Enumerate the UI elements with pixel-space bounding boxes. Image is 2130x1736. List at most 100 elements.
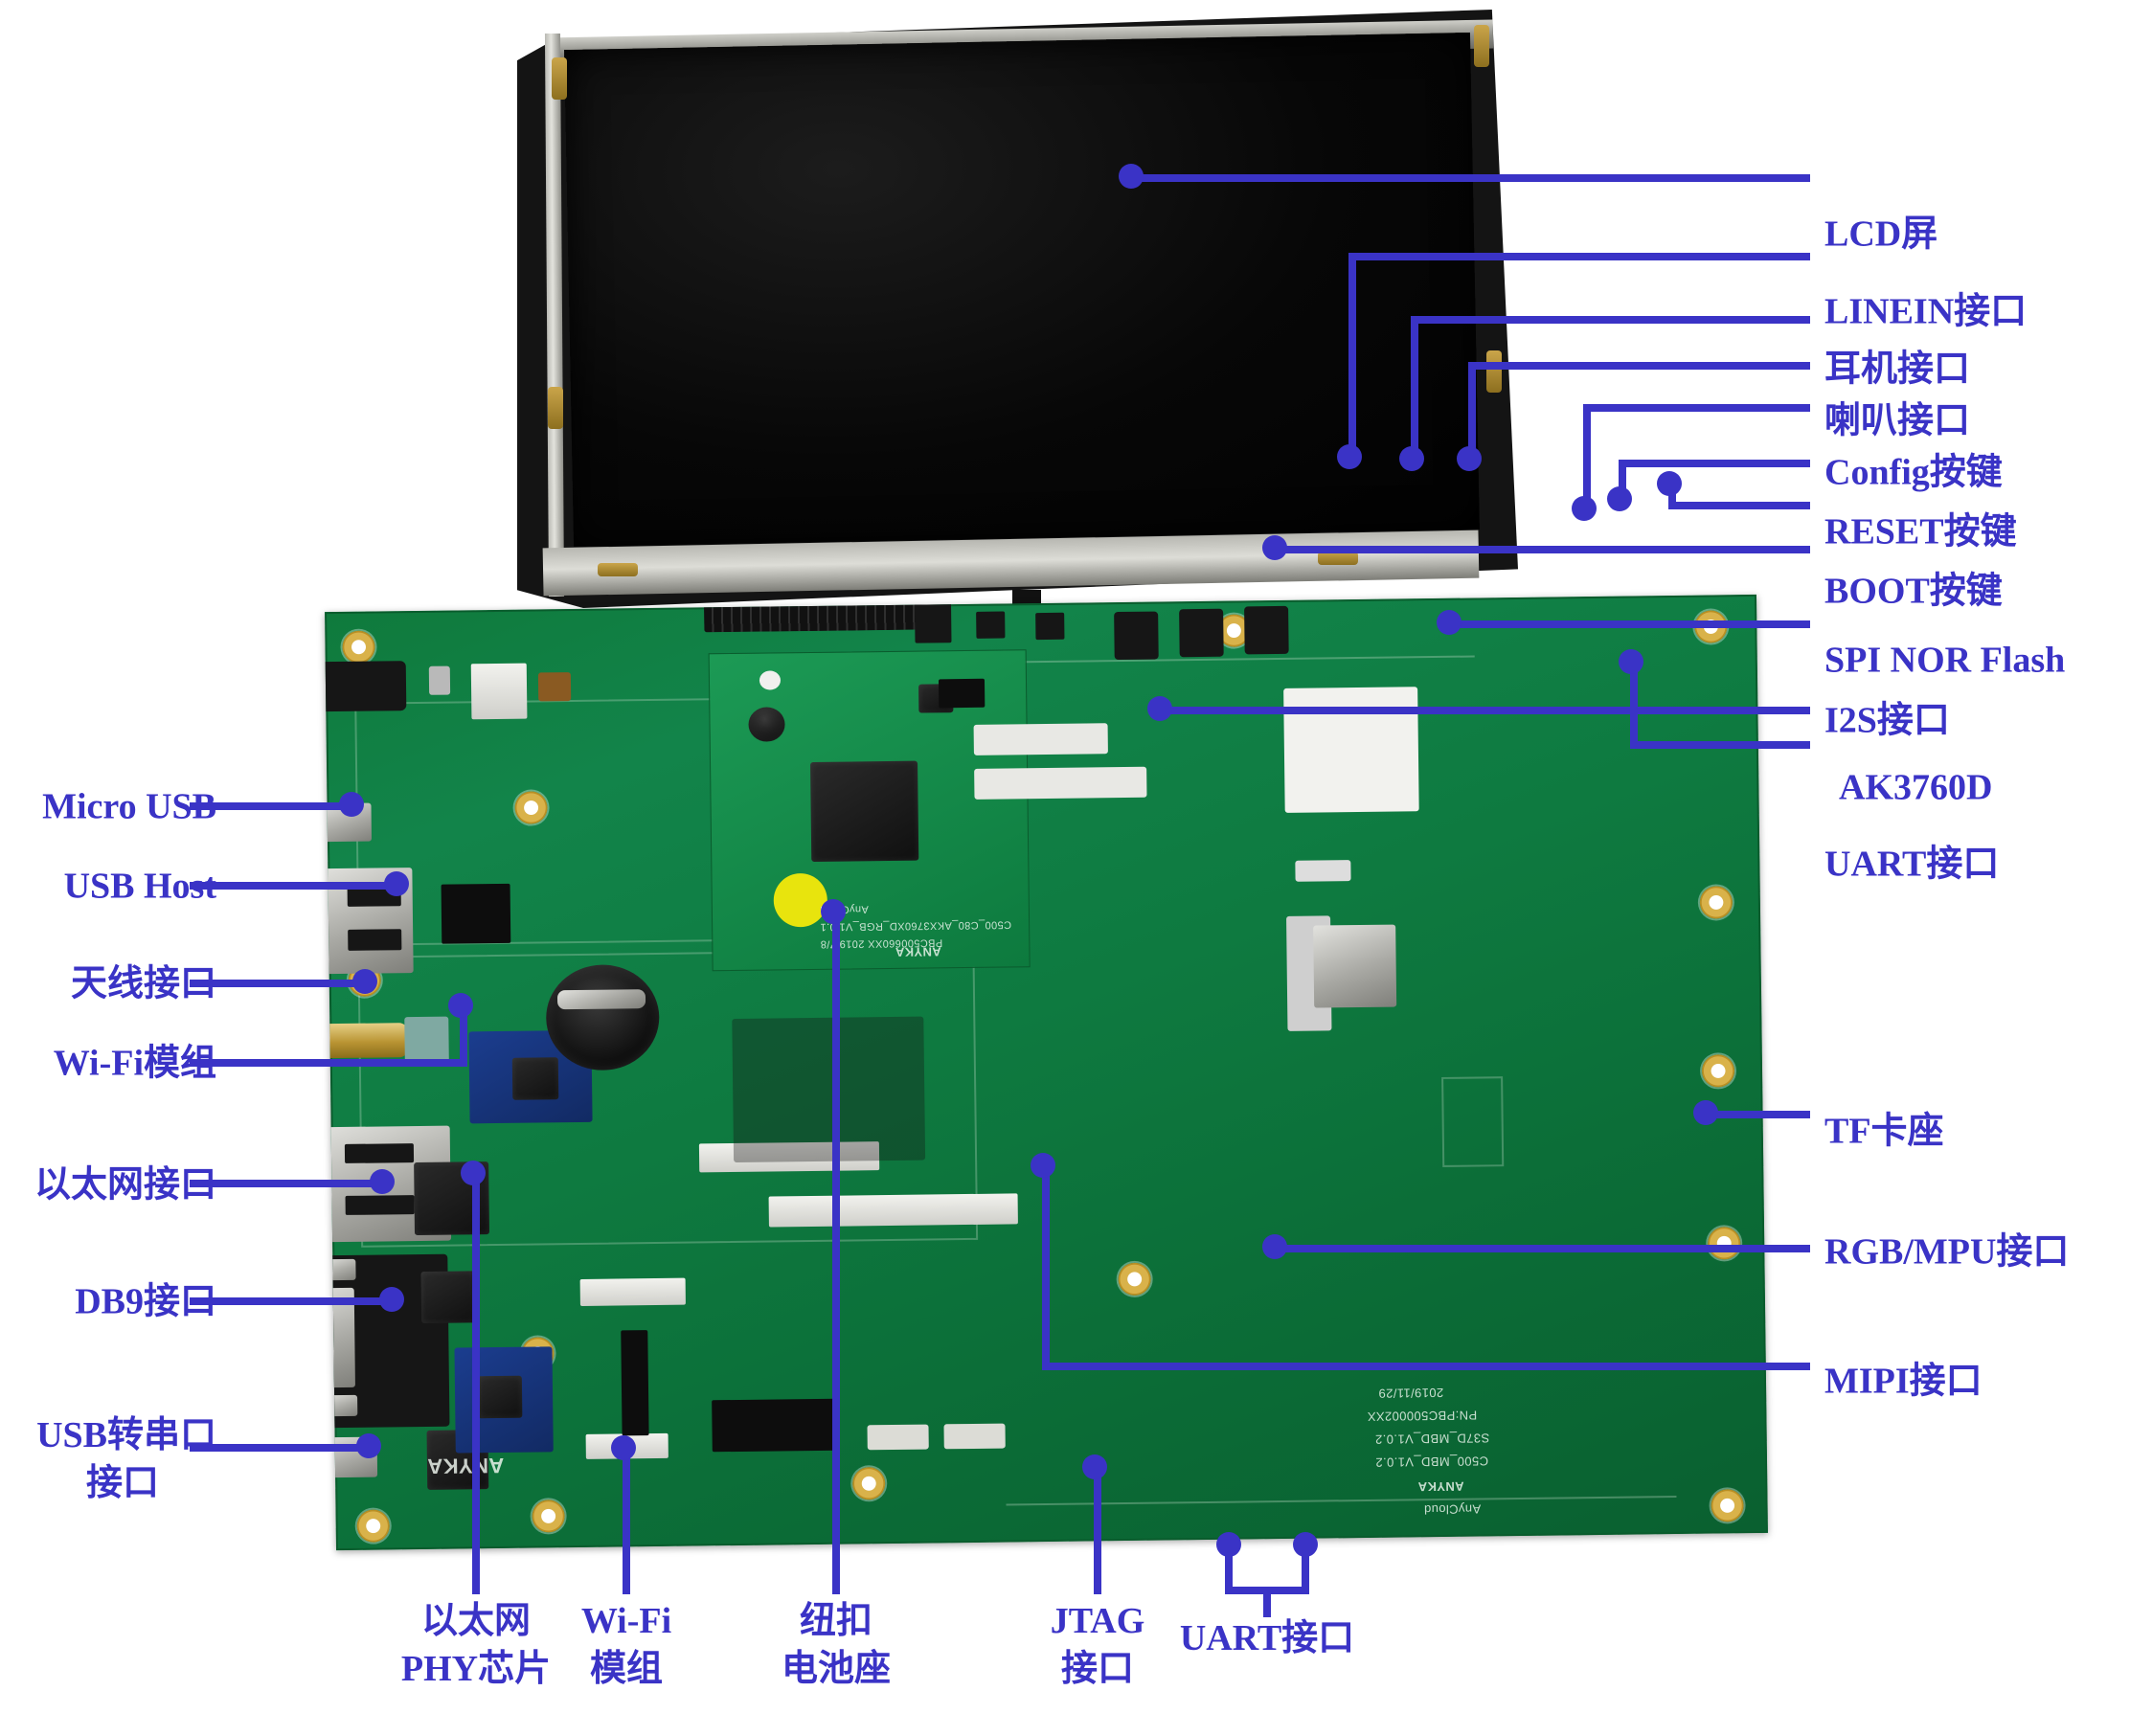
- dot-headphone-port: [1399, 446, 1424, 471]
- label-coin-battery-line2: 电池座: [781, 1649, 892, 1689]
- module-silk-logo: ANYKA: [895, 944, 941, 959]
- dot-coin-battery: [821, 899, 846, 924]
- lcd-glass-surface: [564, 32, 1480, 547]
- label-micro-usb: Micro USB: [42, 786, 216, 827]
- lead-db9: [190, 1297, 391, 1305]
- silk-brand-anycloud: AnyCloud: [1423, 1501, 1482, 1518]
- lead-linein-h: [1348, 253, 1810, 260]
- wifi-chip-bottom: [477, 1375, 523, 1419]
- lead-speaker-h: [1468, 362, 1810, 370]
- label-wifi-module-line1: Wi-Fi: [580, 1601, 672, 1641]
- db9-screwlock: [325, 1394, 358, 1417]
- pin-header-vertical[interactable]: [621, 1330, 649, 1436]
- dot-tf-card-slot: [1693, 1100, 1718, 1125]
- dc-power-jack[interactable]: [325, 661, 407, 712]
- label-lcd-screen: LCD屏: [1824, 214, 1938, 255]
- i2s-header[interactable]: [973, 723, 1108, 755]
- silk-variant-2: S37D_MBD_V1.0.2: [1374, 1431, 1490, 1447]
- dot-reset-button: [1607, 486, 1632, 511]
- dot-antenna-port: [352, 969, 377, 994]
- dot-boot-button: [1657, 471, 1682, 496]
- dot-usb-serial-port: [356, 1433, 381, 1458]
- antenna-sma-connector[interactable]: [325, 1023, 409, 1059]
- label-boot-button: BOOT按键: [1824, 571, 2003, 612]
- antenna-base: [404, 1016, 449, 1066]
- uart-header-right[interactable]: [1295, 860, 1351, 882]
- label-ak3760d-soc: AK3760D: [1839, 767, 1993, 808]
- jtag-header[interactable]: [712, 1398, 839, 1453]
- label-antenna-port: 天线接口: [70, 963, 216, 1004]
- tf-card-slot[interactable]: [1313, 924, 1397, 1008]
- label-speaker-port: 喇叭接口: [1824, 400, 1971, 441]
- dot-linein-port: [1337, 444, 1362, 469]
- audio-jumper[interactable]: [938, 678, 986, 709]
- rj45-slot: [344, 1143, 415, 1163]
- label-config-button: Config按键: [1824, 452, 2003, 493]
- wifi-chip: [511, 1057, 559, 1100]
- label-i2s-port: I2S接口: [1824, 700, 1950, 741]
- rgb-mpu-fpc-connector[interactable]: [768, 1193, 1018, 1228]
- lead-coin-battery-v: [832, 910, 840, 1594]
- uart1-header[interactable]: [867, 1424, 929, 1451]
- module-component: [748, 707, 785, 742]
- label-ethernet-phy-line2: PHY芯片: [400, 1649, 552, 1689]
- label-reset-button: RESET按键: [1824, 511, 2017, 552]
- label-usb-host: USB Host: [63, 866, 216, 907]
- lead-uart-right-h: [1630, 741, 1810, 749]
- smd-component: [428, 665, 451, 695]
- label-db9-port: DB9接口: [75, 1281, 216, 1322]
- lcd-mount-tab: [1485, 350, 1502, 394]
- label-headphone-port: 耳机接口: [1824, 349, 1971, 390]
- smd-chip: [420, 1271, 476, 1323]
- dot-usb-host: [384, 871, 409, 896]
- lcd-mount-tab: [551, 57, 567, 100]
- uart2-header[interactable]: [943, 1423, 1006, 1450]
- figure-canvas: AnyCloud C500_C80_AKX3760XD_RGB_V1.0.1 P…: [0, 0, 2130, 1736]
- reset-button[interactable]: [1179, 608, 1224, 658]
- mounting-hole: [532, 1499, 565, 1533]
- dot-ethernet-phy: [461, 1161, 486, 1185]
- lead-mipi-h: [1042, 1363, 1810, 1370]
- label-wifi-module-top: Wi-Fi模组: [53, 1043, 216, 1084]
- expansion-header[interactable]: [974, 766, 1147, 800]
- lead-ethernet: [190, 1180, 381, 1187]
- label-jtag-port-line2: 接口: [1060, 1649, 1135, 1689]
- lead-spinor-h: [1274, 546, 1810, 553]
- lead-rgbmpu-h: [1274, 1245, 1810, 1252]
- dot-speaker-port: [1457, 446, 1482, 471]
- label-coin-battery-line1: 纽扣: [799, 1601, 873, 1641]
- lead-tf-card-h: [1705, 1111, 1810, 1118]
- lead-headphone-v: [1411, 316, 1418, 462]
- boot-button[interactable]: [1244, 605, 1289, 655]
- pin-header[interactable]: [441, 883, 511, 944]
- speaker-jack[interactable]: [1035, 612, 1065, 641]
- headphone-jack[interactable]: [976, 611, 1006, 639]
- lead-i2s-h: [1448, 620, 1810, 628]
- config-button[interactable]: [1114, 611, 1159, 661]
- lead-headphone-h: [1411, 316, 1810, 324]
- dot-uart-port-right: [1619, 649, 1643, 674]
- label-spi-nor-flash: SPI NOR Flash: [1824, 640, 2066, 681]
- silk-variant-1: C500_MBD_V1.0.2: [1374, 1454, 1489, 1470]
- lead-usb-host: [190, 882, 396, 890]
- fpc-connector[interactable]: [579, 1277, 686, 1306]
- fpc-ribbon: [732, 1016, 926, 1162]
- label-rgb-mpu-port: RGB/MPU接口: [1824, 1231, 2070, 1273]
- lead-linein-v: [1348, 253, 1356, 460]
- label-tf-card-slot: TF卡座: [1824, 1111, 1944, 1152]
- silk-logo-bottom-left: ANYKA: [426, 1453, 505, 1478]
- dot-mipi-port: [1031, 1153, 1055, 1178]
- dot-rgb-mpu-port: [1262, 1234, 1287, 1259]
- lead-ak3760d-h: [1159, 707, 1810, 714]
- rj45-slot: [345, 1195, 415, 1215]
- label-uart-port-right: UART接口: [1824, 844, 2000, 885]
- white-dot: [759, 670, 782, 690]
- silk-part-number: PN:PBC500002XX: [1367, 1408, 1478, 1424]
- ak3760d-soc-chip: [810, 760, 919, 862]
- power-switch[interactable]: [470, 663, 528, 720]
- silk-outline: [1441, 1076, 1505, 1167]
- yellow-marker-dot: [773, 872, 828, 928]
- dot-ethernet-port: [370, 1169, 395, 1194]
- label-wifi-module-line2: 模组: [589, 1649, 664, 1689]
- mounting-hole: [1708, 1227, 1741, 1260]
